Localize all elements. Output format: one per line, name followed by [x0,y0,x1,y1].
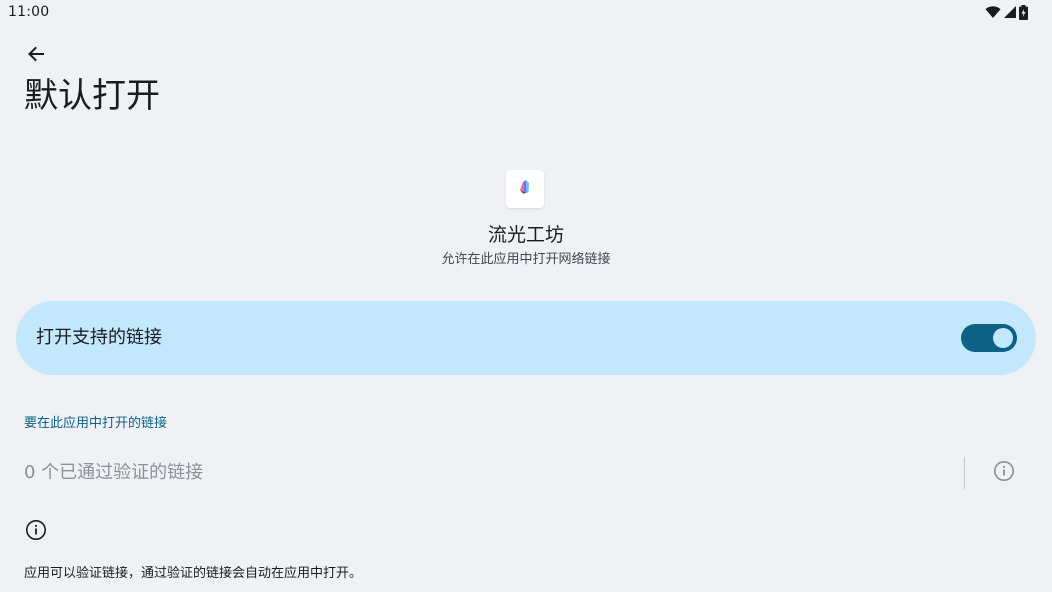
open-supported-links-switch[interactable] [961,324,1017,352]
wifi-icon [985,5,1001,19]
app-name: 流光工坊 [487,224,564,246]
open-supported-links-label: 打开支持的链接 [36,327,162,348]
verified-links-info-button[interactable] [992,461,1016,485]
app-icon [506,170,544,208]
battery-charging-icon [1019,4,1028,20]
status-icons [985,4,1028,20]
verified-links-label: 0 个已通过验证的链接 [24,462,204,483]
cellular-signal-icon [1003,5,1017,19]
status-bar: 11:00 [0,0,1052,24]
page-title: 默认打开 [24,76,160,116]
footer-info-icon [24,520,48,544]
app-logo-icon [517,178,533,200]
verified-links-divider [964,457,965,489]
back-button[interactable] [20,40,52,72]
info-outline-icon [25,519,47,545]
app-subtitle: 允许在此应用中打开网络链接 [441,252,611,267]
open-supported-links-toggle-row[interactable]: 打开支持的链接 [16,301,1036,375]
arrow-left-icon [26,44,46,68]
links-section-header: 要在此应用中打开的链接 [24,416,168,431]
verified-links-row: 0 个已通过验证的链接 [0,447,1052,499]
info-outline-icon [993,460,1015,486]
status-time: 11:00 [8,4,50,20]
switch-thumb [993,328,1013,348]
default-open-settings-page: 11:00 默认打开 流光工坊 允许在此应用中打开网络链接 打开支持的链接 要在… [0,0,1052,592]
footer-description: 应用可以验证链接，通过验证的链接会自动在应用中打开。 [24,566,363,581]
